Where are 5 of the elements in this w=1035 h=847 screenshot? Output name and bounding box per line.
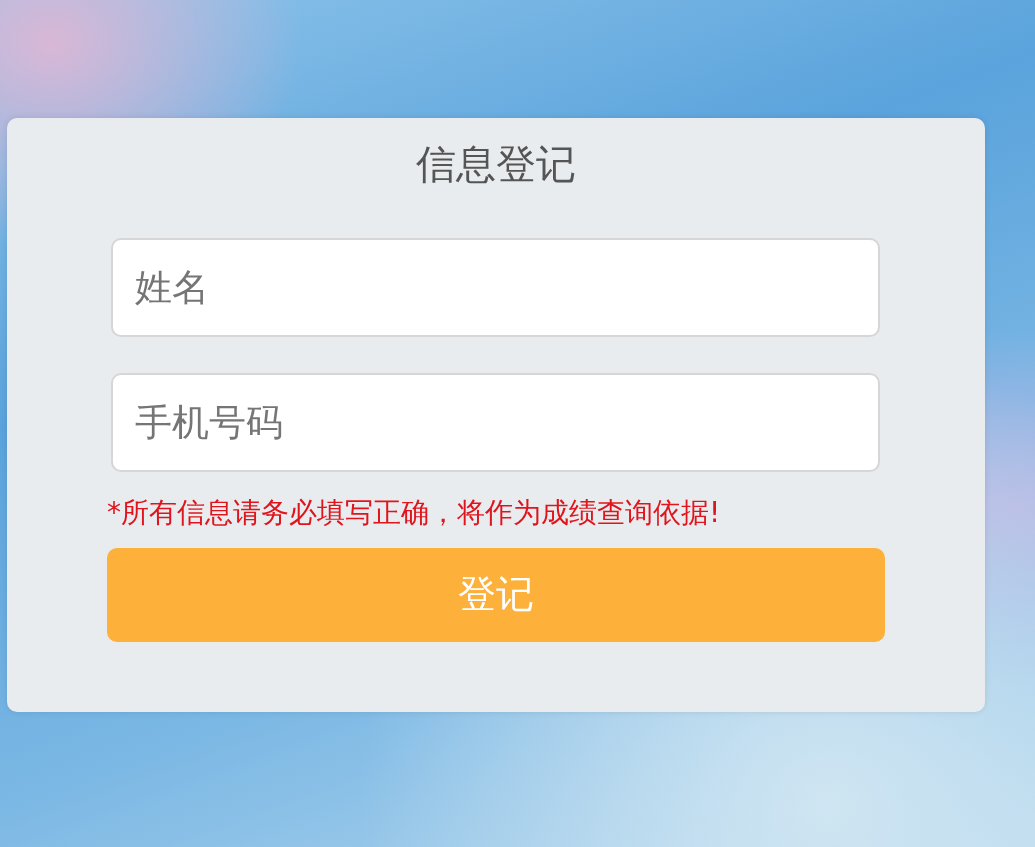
- form-title: 信息登记: [415, 140, 577, 188]
- input-field[interactable]: 手机号码: [111, 373, 880, 472]
- notice-text: *所有信息请务必填写正确，将作为成绩查询依据!: [107, 496, 722, 530]
- submit-button[interactable]: 登记: [107, 547, 885, 642]
- input-field[interactable]: 姓名: [111, 238, 880, 337]
